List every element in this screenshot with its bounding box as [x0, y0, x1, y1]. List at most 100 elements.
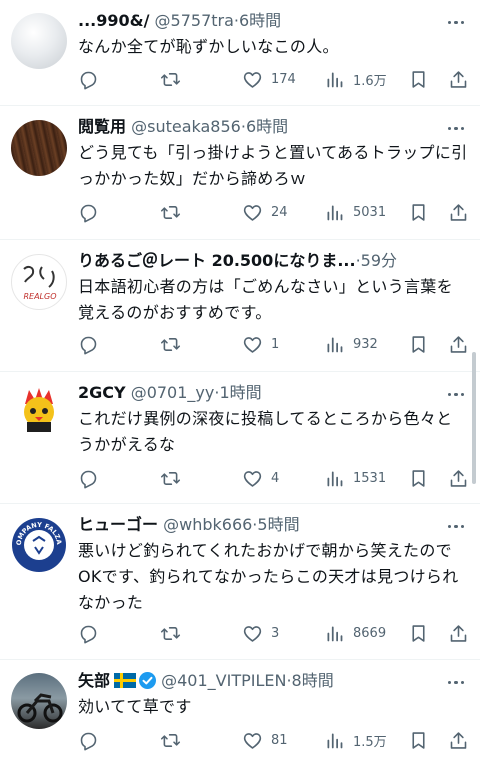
retweet-button[interactable] [160, 67, 189, 91]
tweet-header: 矢部 @401_VITPILEN·8時間 [78, 670, 440, 692]
share-icon [450, 335, 467, 353]
tweet[interactable]: COMPANY FALZAN ヒューゴー @whbk666·5時間 悪いけど釣ら… [0, 504, 480, 660]
views-button[interactable]: 1531 [324, 466, 386, 490]
tweet[interactable]: 矢部 @401_VITPILEN·8時間 効いてて草です 81 1.5万 [0, 660, 480, 764]
reply-button[interactable] [78, 466, 107, 490]
bookmark-icon [412, 624, 425, 642]
avatar-character [24, 388, 54, 432]
like-count: 1 [271, 336, 280, 352]
author-name[interactable]: ヒューゴー [78, 515, 158, 534]
author-handle[interactable]: @401_VITPILEN [161, 671, 286, 690]
share-icon [450, 70, 467, 88]
author-name[interactable]: 矢部 [78, 671, 110, 690]
bookmark-button[interactable] [408, 200, 429, 224]
more-icon[interactable] [446, 516, 466, 532]
like-icon [243, 732, 262, 749]
like-icon [243, 336, 262, 353]
scrollbar[interactable] [472, 352, 476, 484]
svg-text:REALGO: REALGO [23, 292, 56, 301]
more-icon[interactable] [446, 672, 466, 688]
retweet-icon [160, 205, 181, 219]
bookmark-button[interactable] [408, 332, 429, 356]
bookmark-icon [412, 469, 425, 487]
share-button[interactable] [448, 332, 469, 356]
avatar[interactable] [11, 13, 67, 69]
action-bar: 1 932 [78, 332, 472, 356]
reply-button[interactable] [78, 67, 107, 91]
like-count: 4 [271, 470, 280, 486]
author-handle[interactable]: @whbk666 [163, 515, 252, 534]
like-button[interactable]: 81 [242, 728, 288, 752]
reply-icon [80, 470, 97, 488]
author-handle[interactable]: @0701_yy [131, 383, 215, 402]
retweet-icon [160, 337, 181, 351]
share-button[interactable] [448, 728, 469, 752]
like-button[interactable]: 3 [242, 621, 279, 645]
retweet-button[interactable] [160, 728, 189, 752]
tweet-header: ...990&/ @5757tra·6時間 [78, 10, 440, 32]
more-icon[interactable] [446, 118, 466, 134]
retweet-button[interactable] [160, 621, 189, 645]
tweet-header: 閲覧用 @suteaka856·6時間 [78, 116, 440, 138]
author-handle[interactable]: @suteaka856 [131, 117, 241, 136]
avatar[interactable] [11, 673, 67, 729]
share-button[interactable] [448, 200, 469, 224]
like-button[interactable]: 24 [242, 200, 288, 224]
avatar[interactable] [11, 384, 67, 440]
views-button[interactable]: 1.5万 [324, 728, 387, 752]
tweet-header: ヒューゴー @whbk666·5時間 [78, 514, 440, 536]
timestamp[interactable]: 1時間 [219, 383, 261, 402]
bookmark-icon [412, 203, 425, 221]
views-button[interactable]: 1.6万 [324, 67, 387, 91]
timestamp[interactable]: 6時間 [239, 11, 281, 30]
sweden-flag-icon [114, 673, 137, 688]
timestamp[interactable]: 8時間 [292, 671, 334, 690]
reply-button[interactable] [78, 728, 107, 752]
retweet-button[interactable] [160, 200, 189, 224]
author-name[interactable]: 2GCY [78, 383, 126, 402]
author-handle[interactable]: @5757tra [155, 11, 234, 30]
author-name[interactable]: ...990&/ [78, 11, 149, 30]
share-button[interactable] [448, 621, 469, 645]
retweet-button[interactable] [160, 466, 189, 490]
avatar[interactable] [11, 120, 67, 176]
author-name[interactable]: りあるご＠レート 20.500になりま... [78, 251, 356, 270]
retweet-icon [160, 733, 181, 747]
more-icon[interactable] [446, 12, 466, 28]
tweet[interactable]: 閲覧用 @suteaka856·6時間 どう見ても「引っ掛けようと置いてあるトラ… [0, 106, 480, 240]
more-icon[interactable] [446, 384, 466, 400]
bookmark-button[interactable] [408, 67, 429, 91]
like-button[interactable]: 1 [242, 332, 279, 356]
share-button[interactable] [448, 67, 469, 91]
bookmark-button[interactable] [408, 466, 429, 490]
bookmark-button[interactable] [408, 621, 429, 645]
bookmark-icon [412, 70, 425, 88]
bookmark-button[interactable] [408, 728, 429, 752]
tweet[interactable]: 2GCY @0701_yy·1時間 これだけ異例の深夜に投稿してるところから色々… [0, 372, 480, 504]
reply-icon [80, 336, 97, 354]
views-button[interactable]: 5031 [324, 200, 386, 224]
retweet-button[interactable] [160, 332, 189, 356]
timestamp[interactable]: 6時間 [246, 117, 288, 136]
action-bar: 81 1.5万 [78, 728, 472, 752]
reply-button[interactable] [78, 200, 107, 224]
action-bar: 174 1.6万 [78, 67, 472, 91]
tweet[interactable]: ...990&/ @5757tra·6時間 なんか全てが恥ずかしいなこの人。 1… [0, 0, 480, 106]
reply-button[interactable] [78, 621, 107, 645]
tweet-text: 効いてて草です [78, 697, 192, 716]
avatar[interactable]: REALGO [11, 254, 67, 310]
tweet[interactable]: REALGO りあるご＠レート 20.500になりま...·59分 日本語初心者… [0, 240, 480, 372]
like-button[interactable]: 174 [242, 67, 296, 91]
views-count: 1.5万 [353, 734, 387, 750]
views-icon [327, 205, 343, 220]
reply-button[interactable] [78, 332, 107, 356]
timestamp[interactable]: 59分 [361, 251, 397, 270]
views-button[interactable]: 932 [324, 332, 378, 356]
timestamp[interactable]: 5時間 [257, 515, 299, 534]
verified-badge-icon[interactable] [139, 672, 157, 689]
like-button[interactable]: 4 [242, 466, 279, 490]
author-name[interactable]: 閲覧用 [78, 117, 126, 136]
views-button[interactable]: 8669 [324, 621, 386, 645]
share-button[interactable] [448, 466, 469, 490]
avatar[interactable]: COMPANY FALZAN [11, 517, 67, 573]
